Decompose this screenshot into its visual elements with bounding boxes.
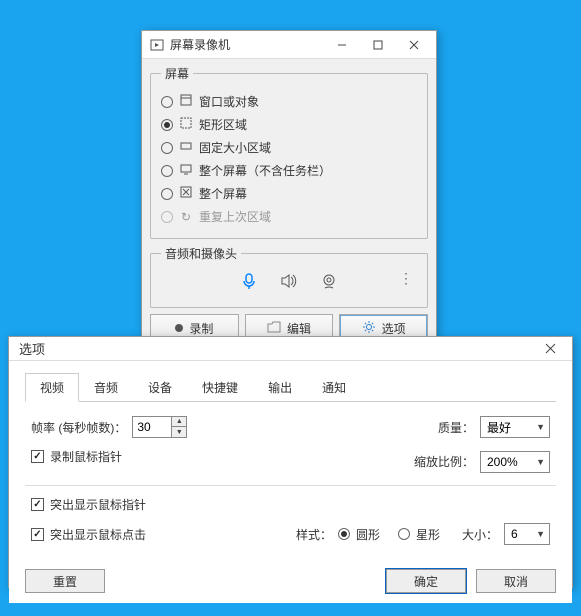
options-dialog: 选项 视频 音频 设备 快捷键 输出 通知 帧率 (每秒帧数)： ▲▼ 质量： …: [8, 336, 573, 588]
options-close-button[interactable]: [532, 335, 568, 363]
repeat-icon: ↻: [179, 210, 193, 224]
mode-label: 窗口或对象: [199, 93, 259, 110]
mode-repeat: ↻ 重复上次区域: [161, 205, 417, 228]
checkbox-icon: ✓: [31, 450, 44, 463]
rect-icon: [179, 117, 193, 132]
edit-label: 编辑: [287, 320, 311, 337]
divider: [25, 485, 556, 486]
record-cursor-checkbox[interactable]: ✓ 录制鼠标指针: [31, 448, 122, 465]
framerate-input[interactable]: [133, 417, 171, 437]
minimize-button[interactable]: [324, 31, 360, 59]
gear-icon: [362, 320, 376, 337]
recorder-body: 屏幕 窗口或对象 矩形区域 固定大小区域 整个屏幕（不含任务栏）: [142, 59, 436, 350]
highlight-cursor-label: 突出显示鼠标指针: [50, 496, 146, 513]
mode-label: 整个屏幕（不含任务栏）: [199, 162, 331, 179]
tab-notify[interactable]: 通知: [307, 373, 361, 402]
video-panel: 帧率 (每秒帧数)： ▲▼ 质量： 最好 ▼ ✓ 录制鼠标指针 缩放比例: [25, 402, 556, 561]
mode-window[interactable]: 窗口或对象: [161, 90, 417, 113]
highlight-click-checkbox[interactable]: ✓ 突出显示鼠标点击: [31, 526, 146, 543]
options-title: 选项: [19, 339, 532, 358]
options-label: 选项: [382, 320, 406, 337]
mode-full[interactable]: 整个屏幕: [161, 182, 417, 205]
recorder-window: 屏幕录像机 屏幕 窗口或对象 矩形区域 固定大小区域: [141, 30, 437, 340]
av-group-legend: 音频和摄像头: [161, 245, 241, 262]
maximize-button[interactable]: [360, 31, 396, 59]
quality-label: 质量：: [438, 419, 474, 436]
mode-fixed[interactable]: 固定大小区域: [161, 136, 417, 159]
fixed-size-icon: [179, 140, 193, 155]
options-body: 视频 音频 设备 快捷键 输出 通知 帧率 (每秒帧数)： ▲▼ 质量： 最好 …: [9, 361, 572, 603]
record-cursor-label: 录制鼠标指针: [50, 448, 122, 465]
chevron-down-icon: ▼: [536, 529, 545, 539]
speaker-icon[interactable]: [280, 272, 298, 293]
mode-rect[interactable]: 矩形区域: [161, 113, 417, 136]
reset-button[interactable]: 重置: [25, 569, 105, 593]
ok-button[interactable]: 确定: [386, 569, 466, 593]
cancel-button[interactable]: 取消: [476, 569, 556, 593]
monitor-icon: [179, 163, 193, 178]
tab-shortcut[interactable]: 快捷键: [187, 373, 253, 402]
recorder-title: 屏幕录像机: [170, 36, 324, 53]
radio-icon: [161, 188, 173, 200]
chevron-down-icon: ▼: [536, 422, 545, 432]
style-star-radio[interactable]: [398, 528, 410, 540]
zoom-label: 缩放比例：: [414, 453, 474, 470]
window-icon: [179, 94, 193, 109]
options-titlebar: 选项: [9, 337, 572, 361]
style-circle-label: 圆形: [356, 526, 380, 543]
record-icon: [175, 324, 183, 332]
radio-icon: [161, 119, 173, 131]
quality-select[interactable]: 最好 ▼: [480, 416, 550, 438]
screen-group-legend: 屏幕: [161, 65, 193, 82]
mode-label: 矩形区域: [199, 116, 247, 133]
spin-up[interactable]: ▲: [172, 417, 186, 427]
size-value: 6: [511, 527, 536, 541]
tab-device[interactable]: 设备: [133, 373, 187, 402]
microphone-icon[interactable]: [240, 272, 258, 293]
mode-full-no-taskbar[interactable]: 整个屏幕（不含任务栏）: [161, 159, 417, 182]
record-label: 录制: [189, 320, 213, 337]
close-button[interactable]: [396, 31, 432, 59]
screen-group: 屏幕 窗口或对象 矩形区域 固定大小区域 整个屏幕（不含任务栏）: [150, 65, 428, 239]
folder-icon: [267, 321, 281, 336]
av-group: 音频和摄像头 ⋮: [150, 245, 428, 308]
radio-icon: [161, 211, 173, 223]
options-tabs: 视频 音频 设备 快捷键 输出 通知: [25, 373, 556, 402]
checkbox-icon: ✓: [31, 528, 44, 541]
size-select[interactable]: 6 ▼: [504, 523, 550, 545]
style-star-label: 星形: [416, 526, 440, 543]
spin-down[interactable]: ▼: [172, 427, 186, 437]
radio-icon: [161, 142, 173, 154]
zoom-value: 200%: [487, 455, 536, 469]
tab-output[interactable]: 输出: [253, 373, 307, 402]
chevron-down-icon: ▼: [536, 457, 545, 467]
webcam-icon[interactable]: [320, 272, 338, 293]
framerate-spinner[interactable]: ▲▼: [132, 416, 187, 438]
recorder-titlebar: 屏幕录像机: [142, 31, 436, 59]
style-label: 样式：: [296, 526, 332, 543]
radio-icon: [161, 165, 173, 177]
radio-icon: [161, 96, 173, 108]
tab-audio[interactable]: 音频: [79, 373, 133, 402]
window-controls: [324, 31, 432, 59]
quality-value: 最好: [487, 419, 536, 436]
fullscreen-icon: [179, 186, 193, 201]
highlight-click-label: 突出显示鼠标点击: [50, 526, 146, 543]
more-icon[interactable]: ⋮: [399, 270, 413, 287]
mode-label: 整个屏幕: [199, 185, 247, 202]
zoom-select[interactable]: 200% ▼: [480, 451, 550, 473]
style-circle-radio[interactable]: [338, 528, 350, 540]
app-icon: [150, 38, 164, 52]
checkbox-icon: ✓: [31, 498, 44, 511]
mode-label: 固定大小区域: [199, 139, 271, 156]
mode-label: 重复上次区域: [199, 208, 271, 225]
framerate-label: 帧率 (每秒帧数)：: [31, 419, 126, 436]
size-label: 大小：: [462, 526, 498, 543]
dialog-buttons: 重置 确定 取消: [25, 569, 556, 593]
tab-video[interactable]: 视频: [25, 373, 79, 402]
highlight-cursor-checkbox[interactable]: ✓ 突出显示鼠标指针: [31, 496, 550, 513]
